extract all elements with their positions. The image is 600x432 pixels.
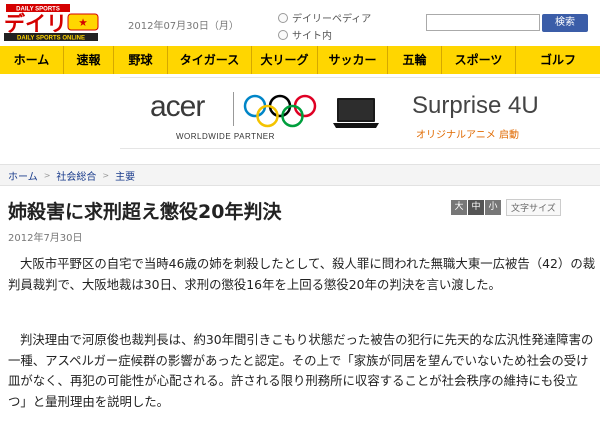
search-button[interactable]: 検索 bbox=[542, 14, 588, 32]
text-size-control: 大 中 小 文字サイズ bbox=[451, 199, 561, 216]
nav-item-home[interactable]: ホーム bbox=[0, 46, 64, 74]
daily-sports-logo[interactable]: DAILY SPORTS デイリー ★ DAILY SPORTS ONLINE bbox=[2, 2, 100, 42]
breadcrumb-society[interactable]: 社会総合 bbox=[56, 168, 96, 183]
search-option-site[interactable]: サイト内 bbox=[278, 27, 332, 42]
breadcrumb: ホーム > 社会総合 > 主要 bbox=[0, 164, 600, 186]
search-option-label: デイリーペディア bbox=[292, 14, 372, 25]
search-input[interactable] bbox=[426, 14, 540, 31]
ad-title: Surprise 4U bbox=[412, 92, 539, 119]
nav-item-tigers[interactable]: タイガース bbox=[168, 46, 252, 74]
article-paragraph: 判決理由で河原俊也裁判長は、約30年間引きこもり状態だった被告の犯行に先天的な広… bbox=[8, 332, 594, 409]
olympic-rings-icon bbox=[243, 94, 317, 128]
laptop-icon bbox=[333, 98, 379, 128]
breadcrumb-home[interactable]: ホーム bbox=[8, 168, 38, 183]
breadcrumb-separator-icon: > bbox=[102, 170, 110, 180]
text-size-large-button[interactable]: 大 bbox=[451, 200, 467, 215]
article-date: 2012年7月30日 bbox=[8, 233, 83, 244]
article-title: 姉殺害に求刑超え懲役20年判決 bbox=[8, 201, 282, 223]
search-option-label: サイト内 bbox=[292, 31, 332, 42]
radio-icon[interactable] bbox=[278, 12, 288, 23]
ad-partner: WORLDWIDE PARTNER bbox=[176, 132, 275, 141]
article-paragraph: 大阪市平野区の自宅で当時46歳の姉を刺殺したとして、殺人罪に問われた無職大東一広… bbox=[8, 256, 596, 292]
ad-brand: acer bbox=[150, 90, 205, 123]
nav-item-mlb[interactable]: 大リーグ bbox=[252, 46, 318, 74]
nav-item-olympics[interactable]: 五輪 bbox=[388, 46, 442, 74]
text-size-medium-button[interactable]: 中 bbox=[468, 200, 484, 215]
ad-subtitle: オリジナルアニメ 启動 bbox=[416, 130, 519, 141]
logo-sub-text: DAILY SPORTS ONLINE bbox=[17, 36, 85, 42]
ad-divider bbox=[233, 92, 234, 126]
nav-item-soccer[interactable]: サッカー bbox=[318, 46, 388, 74]
breadcrumb-separator-icon: > bbox=[43, 170, 51, 180]
header-date: 2012年07月30日（月） bbox=[128, 21, 239, 32]
text-size-small-button[interactable]: 小 bbox=[485, 200, 501, 215]
nav-item-baseball[interactable]: 野球 bbox=[114, 46, 168, 74]
nav-item-breaking[interactable]: 速報 bbox=[64, 46, 114, 74]
main-nav: ホーム 速報 野球 タイガース 大リーグ サッカー 五輪 スポーツ ゴルフ bbox=[0, 46, 600, 74]
radio-icon[interactable] bbox=[278, 29, 288, 40]
svg-text:★: ★ bbox=[79, 18, 88, 28]
breadcrumb-main[interactable]: 主要 bbox=[115, 168, 135, 183]
text-size-label: 文字サイズ bbox=[506, 199, 561, 216]
ad-banner[interactable]: acer WORLDWIDE PARTNER Surprise 4U オリジナル… bbox=[120, 77, 600, 149]
nav-item-golf[interactable]: ゴルフ bbox=[516, 46, 600, 74]
nav-item-sports[interactable]: スポーツ bbox=[442, 46, 516, 74]
search-area: デイリーペディア サイト内 検索 bbox=[276, 6, 598, 42]
site-header: DAILY SPORTS デイリー ★ DAILY SPORTS ONLINE … bbox=[0, 0, 600, 46]
search-option-dailypedia[interactable]: デイリーペディア bbox=[278, 10, 371, 25]
